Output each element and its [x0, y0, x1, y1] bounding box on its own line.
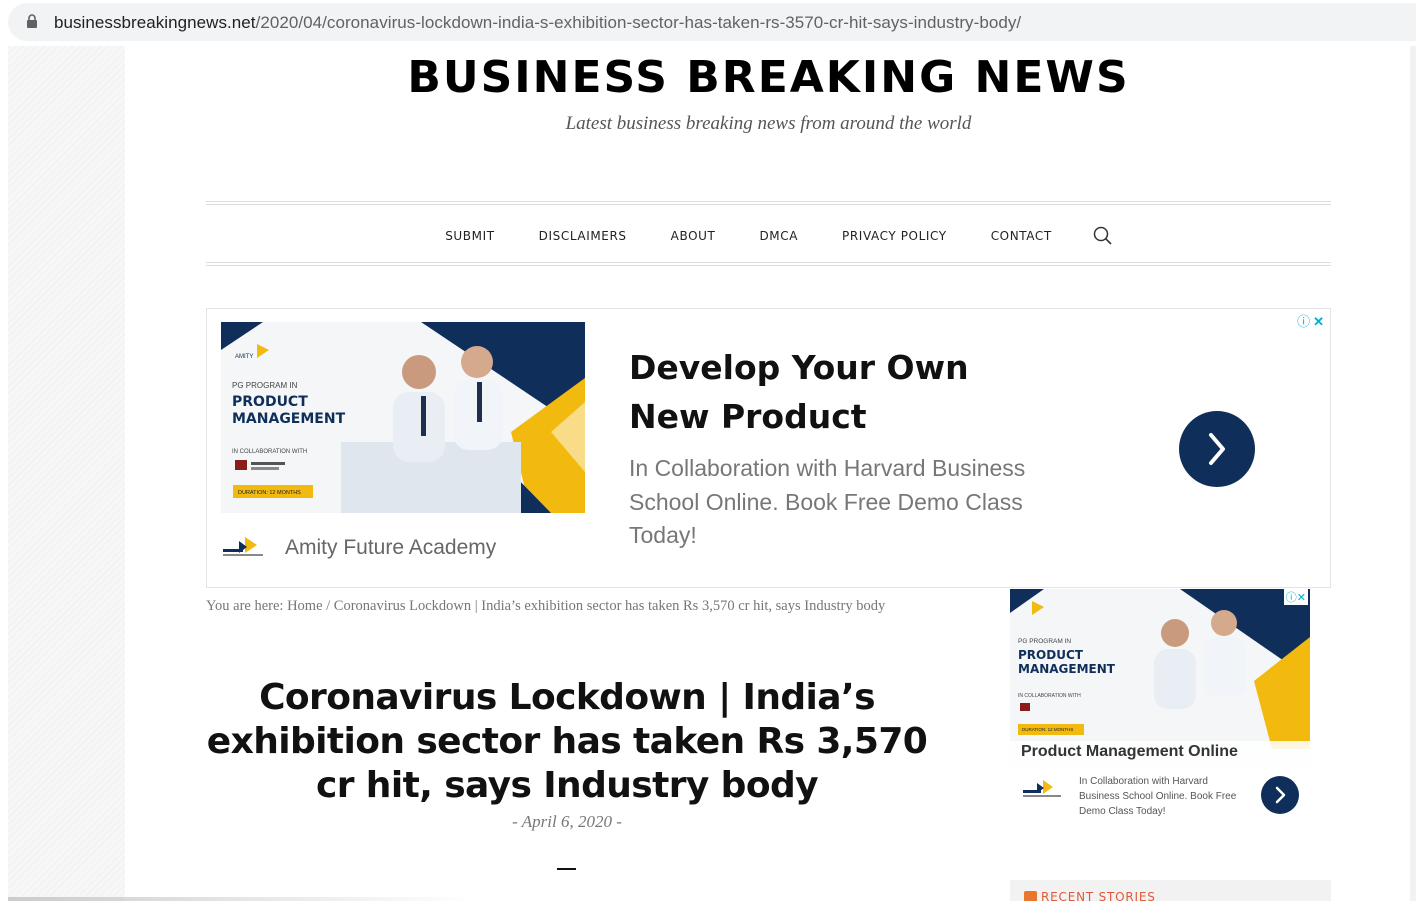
title-divider: [557, 868, 576, 870]
page-background-right: [1410, 46, 1416, 901]
article-date: - April 6, 2020 -: [512, 812, 622, 831]
ad-brand[interactable]: Amity Future Academy: [221, 535, 496, 561]
nav-item-dmca[interactable]: DMCA: [759, 229, 798, 243]
page-background-left: [8, 46, 125, 901]
nav-item-about[interactable]: ABOUT: [671, 229, 716, 243]
rss-icon: [1024, 891, 1037, 901]
ad-info-icon[interactable]: ⓘ: [1297, 314, 1310, 329]
ad-description[interactable]: In Collaboration with Harvard Business S…: [629, 452, 1069, 553]
article-title: Coronavirus Lockdown | India’s exhibitio…: [206, 677, 928, 806]
nav-item-contact[interactable]: CONTACT: [991, 229, 1052, 243]
ad-image-graphic: AMITY PG PROGRAM IN PRODUCT MANAGEMENT I…: [221, 322, 585, 513]
main-ad[interactable]: ⓘ ✕ AMITY PG PROGRAM IN PRODUCT MANAGEMEN…: [206, 308, 1331, 588]
side-ad-image: PG PROGRAM IN PRODUCT MANAGEMENT IN COLL…: [1010, 589, 1310, 749]
ad-image-program-1: PRODUCT: [232, 394, 308, 410]
ad-brand-name[interactable]: Amity Future Academy: [285, 536, 496, 560]
lock-icon: [27, 14, 37, 28]
nav-item-privacy-policy[interactable]: PRIVACY POLICY: [842, 229, 947, 243]
side-ad-duration: DURATION: 12 MONTHS: [1022, 727, 1073, 732]
breadcrumb[interactable]: You are here: Home / Coronavirus Lockdow…: [206, 598, 885, 615]
ad-image-program-line: PG PROGRAM IN: [232, 381, 298, 390]
recent-stories-label: RECENT STORIES: [1041, 890, 1156, 901]
ad-choices[interactable]: ⓘ ✕: [1297, 311, 1324, 330]
side-ad-description[interactable]: In Collaboration with Harvard Business S…: [1079, 774, 1251, 819]
ad-headline[interactable]: Develop Your Own New Product: [629, 343, 1059, 441]
side-ad-program-line: PG PROGRAM IN: [1018, 638, 1071, 645]
nav-divider-bottom: [206, 262, 1331, 266]
main-nav: SUBMIT DISCLAIMERS ABOUT DMCA PRIVACY PO…: [206, 224, 1331, 248]
side-ad-program-1: PRODUCT: [1018, 648, 1084, 662]
ad-image[interactable]: AMITY PG PROGRAM IN PRODUCT MANAGEMENT I…: [221, 322, 585, 513]
ad-close-icon[interactable]: ✕: [1313, 314, 1324, 329]
url-path: /2020/04/coronavirus-lockdown-india-s-ex…: [255, 13, 1022, 32]
site-title[interactable]: BUSINESS BREAKING NEWS: [206, 52, 1331, 103]
bottom-edge-shadow: [8, 897, 478, 901]
chevron-right-icon: [1275, 786, 1286, 804]
nav-item-submit[interactable]: SUBMIT: [445, 229, 494, 243]
chevron-right-icon: [1209, 433, 1225, 465]
ad-image-program-2: MANAGEMENT: [232, 411, 346, 427]
amity-logo-icon: [1023, 780, 1061, 797]
ad-cta-button[interactable]: [1179, 411, 1255, 487]
svg-text:AMITY: AMITY: [235, 354, 253, 360]
address-bar[interactable]: businessbreakingnews.net/2020/04/coronav…: [8, 3, 1416, 41]
side-ad-panel[interactable]: Product Management Online In Collaborati…: [1010, 741, 1310, 841]
recent-stories-widget: RECENT STORIES: [1010, 880, 1331, 901]
address-url[interactable]: businessbreakingnews.net/2020/04/coronav…: [54, 13, 1021, 33]
nav-divider-top: [206, 201, 1331, 205]
nav-item-disclaimers[interactable]: DISCLAIMERS: [539, 229, 627, 243]
ad-image-duration: DURATION: 12 MONTHS: [238, 490, 301, 496]
search-icon[interactable]: [1092, 225, 1114, 247]
side-ad-headline[interactable]: Product Management Online: [1021, 743, 1238, 761]
side-ad-collab: IN COLLABORATION WITH: [1018, 693, 1081, 699]
amity-logo-icon: [223, 537, 263, 556]
site-tagline: Latest business breaking news from aroun…: [565, 113, 972, 134]
side-ad-cta-button[interactable]: [1261, 776, 1299, 814]
side-ad[interactable]: PG PROGRAM IN PRODUCT MANAGEMENT IN COLL…: [1010, 589, 1310, 841]
side-ad-choices[interactable]: ⓘ✕: [1283, 589, 1308, 605]
ad-image-collab: IN COLLABORATION WITH: [232, 449, 307, 455]
url-domain: businessbreakingnews.net: [54, 13, 256, 32]
side-ad-program-2: MANAGEMENT: [1018, 662, 1116, 676]
